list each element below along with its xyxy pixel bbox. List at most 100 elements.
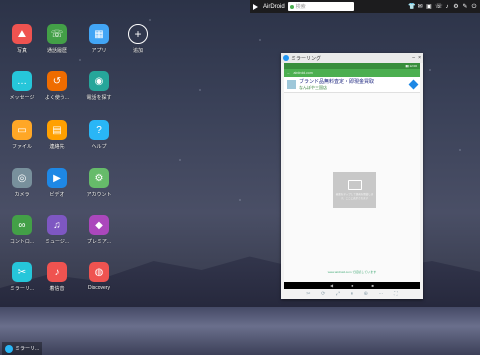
app-label: カメラ <box>14 192 30 198</box>
grid-icon: ▦ <box>89 24 109 44</box>
search-icon <box>289 4 294 9</box>
desktop-app[interactable]: + 追加 <box>120 24 156 54</box>
camera-icon: ◎ <box>12 168 32 188</box>
taskbar-item-mirroring[interactable]: ミラーリ... <box>2 342 43 355</box>
brand-label: AirDroid <box>263 3 285 10</box>
phone-screen[interactable]: ▮▮ 12:00 ← airdroid.com ブランド品無料査定・即現金買取 … <box>284 63 420 289</box>
connection-hint: www.airdroid.com で接続しています <box>327 270 377 274</box>
nav-recents-button[interactable]: ■ <box>372 283 374 288</box>
app-label: ビデオ <box>49 192 65 198</box>
mirror-toolbar: ✂ ⟳ ⤢ ⏸ ⊕ ⋯ ⛶ <box>281 289 423 298</box>
phone-nav-bar: ◀ ● ■ <box>284 282 420 289</box>
app-label: アカウント <box>86 192 112 198</box>
desktop-app[interactable]: … メッセージ <box>4 71 40 101</box>
desktop-app[interactable]: ♫ ミュージ... <box>39 215 75 245</box>
ad-banner[interactable]: ブランド品無料査定・即現金買取 なんぼや三国店 <box>284 77 420 93</box>
message-icon: … <box>12 71 32 91</box>
diamond-icon: ◆ <box>89 215 109 235</box>
gear-icon[interactable]: ⚙ <box>453 4 459 10</box>
power-icon[interactable]: ⏻ <box>471 4 477 10</box>
desktop-app[interactable]: ? ヘルプ <box>81 120 117 150</box>
app-label: ミュージ... <box>44 239 70 245</box>
app-label: アプリ <box>91 48 107 54</box>
app-label: 写真 <box>16 48 27 54</box>
shirt-icon[interactable]: 👕 <box>408 4 415 10</box>
gear-icon: ⚙ <box>89 168 109 188</box>
nav-home-button[interactable]: ● <box>351 283 353 288</box>
desktop-app[interactable]: ◍ Discovery <box>81 262 117 291</box>
binoculars-icon: ∞ <box>12 215 32 235</box>
search-input[interactable]: 検索 <box>287 2 354 11</box>
photos-icon: ⛰ <box>12 24 32 44</box>
phone-url-bar[interactable]: ← airdroid.com <box>284 69 420 77</box>
desktop-app[interactable]: ↺ よく使う... <box>39 71 75 101</box>
frequent-icon: ↺ <box>47 71 67 91</box>
airdroid-logo-icon <box>253 3 261 10</box>
app-label: 通話履歴 <box>46 48 67 54</box>
zoom-tool-icon[interactable]: ⊕ <box>364 291 368 297</box>
app-label: ミラーリ... <box>9 286 35 292</box>
app-label: 連絡先 <box>49 144 65 150</box>
window-title: ミラーリング <box>291 55 322 62</box>
share-tool-icon[interactable]: ⤢ <box>336 291 340 297</box>
app-label: コントロ... <box>9 239 35 245</box>
back-icon[interactable]: ← <box>287 71 291 75</box>
desktop-app[interactable]: ⚙ アカウント <box>81 168 117 198</box>
app-label: ヘルプ <box>91 144 107 150</box>
ad-thumbnail <box>287 80 296 89</box>
window-titlebar[interactable]: ミラーリング – × <box>281 53 423 63</box>
bell-icon[interactable]: ♪ <box>444 4 450 10</box>
wallpaper-lake <box>0 307 480 355</box>
nav-back-button[interactable]: ◀ <box>330 283 333 288</box>
desktop-app[interactable]: ◎ カメラ <box>4 168 40 198</box>
desktop-app[interactable]: ◉ 電話を探す <box>81 71 117 101</box>
desktop-app[interactable]: ∞ コントロ... <box>4 215 40 245</box>
search-placeholder: 検索 <box>295 4 306 10</box>
mail-icon[interactable]: ✉ <box>417 4 423 10</box>
cast-placeholder[interactable]: 画面をタップして録画を開始します、ここに表示されます <box>333 172 376 208</box>
screenshot-tool-icon[interactable]: ✂ <box>306 291 310 297</box>
location-icon: ◉ <box>89 71 109 91</box>
app-label: 着信音 <box>49 286 65 292</box>
phone-icon[interactable]: ☏ <box>435 4 443 10</box>
app-label: よく使う... <box>44 95 70 101</box>
video-icon: ▶ <box>47 168 67 188</box>
desktop-app[interactable]: ♪ 着信音 <box>39 262 75 292</box>
mirroring-window: ミラーリング – × ▮▮ 12:00 ← airdroid.com ブランド品… <box>281 53 423 299</box>
mirror-app-icon <box>283 55 289 61</box>
planet-icon: ◍ <box>89 262 109 282</box>
desktop-app[interactable]: ▦ アプリ <box>81 24 117 54</box>
desktop-app[interactable]: ▤ 連絡先 <box>39 120 75 150</box>
app-label: 電話を探す <box>86 95 112 101</box>
cast-screen-icon <box>347 180 362 190</box>
desktop-app[interactable]: ◆ プレミア... <box>81 215 117 245</box>
directions-icon[interactable] <box>408 79 419 90</box>
help-icon: ? <box>89 120 109 140</box>
plus-icon: + <box>128 24 148 44</box>
rotate-tool-icon[interactable]: ⟳ <box>321 291 325 297</box>
app-label: 追加 <box>132 48 143 54</box>
desktop-app[interactable]: ▶ ビデオ <box>39 168 75 198</box>
minimize-button[interactable]: – <box>412 55 415 61</box>
ad-title: ブランド品無料査定・即現金買取 <box>299 79 375 85</box>
app-label: ファイル <box>11 144 32 150</box>
folder-icon: ▭ <box>12 120 32 140</box>
pen-icon[interactable]: ✎ <box>462 4 468 10</box>
desktop-app[interactable]: ⛰ 写真 <box>4 24 40 54</box>
ad-subtitle: なんぼや三国店 <box>299 85 327 90</box>
phone-icon: ☏ <box>47 24 67 44</box>
more-tool-icon[interactable]: ⋯ <box>378 291 383 297</box>
bell-icon: ♪ <box>47 262 67 282</box>
airdroid-brand[interactable]: AirDroid <box>253 3 285 10</box>
desktop-app[interactable]: ☏ 通話履歴 <box>39 24 75 54</box>
desktop-app[interactable]: ▭ ファイル <box>4 120 40 150</box>
fullscreen-tool-icon[interactable]: ⛶ <box>394 291 398 297</box>
close-button[interactable]: × <box>418 55 421 61</box>
contacts-icon: ▤ <box>47 120 67 140</box>
taskbar-label: ミラーリ... <box>15 346 40 352</box>
pause-tool-icon[interactable]: ⏸ <box>351 291 354 297</box>
scissors-icon: ✂ <box>12 262 32 282</box>
desktop-app[interactable]: ✂ ミラーリ... <box>4 262 40 292</box>
contacts-icon[interactable]: ▣ <box>426 4 432 10</box>
app-label: プレミア... <box>86 239 112 245</box>
